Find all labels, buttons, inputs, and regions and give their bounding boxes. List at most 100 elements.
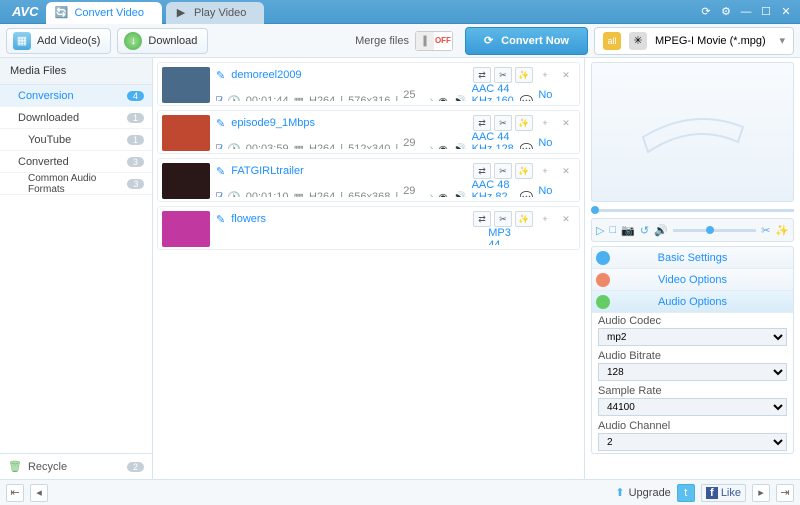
cut-icon[interactable]: ✂ (761, 224, 770, 237)
upgrade-label: Upgrade (629, 487, 671, 499)
twitter-button[interactable]: t (677, 484, 695, 502)
file-thumbnail (162, 163, 210, 199)
file-list: ✎ demoreel2009 ⇄ ✂ ✨ + ✕ 🕐 00:01:44 ▦ H2… (153, 58, 585, 479)
basic-settings-header[interactable]: Basic Settings (592, 247, 793, 269)
facebook-like-button[interactable]: f Like (701, 484, 746, 502)
remove-icon[interactable]: ✕ (557, 115, 575, 131)
film-icon: ▦ (294, 191, 304, 198)
volume-slider[interactable] (673, 226, 756, 234)
count-badge: 3 (127, 179, 144, 189)
play-icon[interactable]: ▷ (596, 224, 604, 237)
chevron-right-icon[interactable]: › (430, 95, 434, 101)
tab-convert-video[interactable]: 🔄 Convert Video (46, 2, 162, 24)
add-icon[interactable]: + (536, 163, 554, 179)
speaker-icon: 🔊 (453, 95, 467, 102)
app-logo: AVC (4, 4, 46, 19)
upgrade-button[interactable]: ⬆ Upgrade (615, 486, 670, 499)
file-checkbox[interactable] (216, 96, 222, 102)
video-options-header[interactable]: Video Options (592, 269, 793, 291)
file-row[interactable]: ✎ episode9_1Mbps ⇄ ✂ ✨ + ✕ 🕐 00:03:59 ▦ … (157, 110, 580, 154)
sidebar-item-converted[interactable]: Converted 3 (0, 151, 152, 173)
cut-icon[interactable]: ✂ (494, 67, 512, 83)
preview-seek-slider[interactable] (591, 206, 794, 214)
file-audio: MP3 44 KHz 320 K... (488, 227, 514, 245)
collapse-right-button[interactable]: ▸ (752, 484, 770, 502)
audio-codec-row: Audio Codec mp2 (592, 313, 793, 348)
add-icon[interactable]: + (536, 67, 554, 83)
file-row[interactable]: ✎ demoreel2009 ⇄ ✂ ✨ + ✕ 🕐 00:01:44 ▦ H2… (157, 62, 580, 106)
gear-icon[interactable]: ⚙ (716, 4, 736, 20)
wand-icon[interactable]: ✨ (775, 224, 789, 237)
recycle-bin[interactable]: 🗑 Recycle 2 (0, 453, 152, 479)
remove-icon[interactable]: ✕ (557, 211, 575, 227)
minimize-button[interactable]: — (736, 4, 756, 20)
disc-icon: ◉ (438, 191, 448, 198)
edit-icon[interactable]: ✎ (216, 69, 225, 82)
sample-rate-select[interactable]: 44100 (598, 398, 787, 416)
prev-page-button[interactable]: ⇤ (6, 484, 24, 502)
remove-icon[interactable]: ✕ (557, 67, 575, 83)
speaker-icon: 🔊 (453, 143, 467, 150)
recycle-label: Recycle (28, 461, 67, 473)
add-icon[interactable]: + (536, 115, 554, 131)
audio-bitrate-select[interactable]: 128 (598, 363, 787, 381)
wand-icon[interactable]: ✨ (515, 67, 533, 83)
stop-icon[interactable]: □ (609, 224, 616, 236)
edit-icon[interactable]: ✎ (216, 165, 225, 178)
wand-icon[interactable]: ✨ (515, 211, 533, 227)
edit-icon[interactable]: ✎ (216, 213, 225, 226)
convert-now-button[interactable]: ⟳ Convert Now (465, 27, 588, 55)
sidebar-item-youtube[interactable]: YouTube 1 (0, 129, 152, 151)
refresh-icon[interactable]: ⟳ (696, 4, 716, 20)
sidebar-header: Media Files (0, 58, 152, 85)
file-checkbox[interactable] (216, 144, 222, 150)
swap-icon[interactable]: ⇄ (473, 115, 491, 131)
file-fps: 29 FPS (403, 185, 424, 197)
file-codec: H264 (309, 191, 335, 197)
swap-icon[interactable]: ⇄ (473, 163, 491, 179)
add-videos-button[interactable]: ▦ Add Video(s) (6, 28, 111, 54)
audio-options-header[interactable]: Audio Options (592, 291, 793, 313)
add-icon[interactable]: + (536, 211, 554, 227)
collapse-left-button[interactable]: ◂ (30, 484, 48, 502)
rotate-icon[interactable]: ↺ (640, 224, 649, 237)
file-fps: 29 FPS (403, 137, 424, 149)
output-format-selector[interactable]: all ✳ MPEG-I Movie (*.mpg) ▾ (594, 27, 794, 55)
remove-icon[interactable]: ✕ (557, 163, 575, 179)
wand-icon[interactable]: ✨ (515, 163, 533, 179)
audio-channel-select[interactable]: 2 (598, 433, 787, 451)
disc-icon: ◉ (438, 143, 448, 150)
audio-codec-select[interactable]: mp2 (598, 328, 787, 346)
film-icon: ▦ (294, 143, 304, 150)
swap-icon[interactable]: ⇄ (473, 67, 491, 83)
tab-play-video[interactable]: ▶ Play Video (166, 2, 264, 24)
cut-icon[interactable]: ✂ (494, 211, 512, 227)
snapshot-icon[interactable]: 📷 (621, 224, 635, 237)
merge-toggle[interactable]: ∥ OFF (415, 31, 453, 51)
play-tab-icon: ▶ (174, 6, 188, 20)
cut-icon[interactable]: ✂ (494, 163, 512, 179)
volume-icon[interactable]: 🔊 (654, 224, 668, 237)
wand-icon[interactable]: ✨ (515, 115, 533, 131)
file-checkbox[interactable] (216, 192, 222, 198)
download-button[interactable]: ↓ Download (117, 28, 208, 54)
file-codec: H264 (309, 95, 335, 101)
next-page-button[interactable]: ⇥ (776, 484, 794, 502)
file-row[interactable]: ✎ flowers ⇄ ✂ ✨ + ✕ 🕐 00:01:41 ▦ MPEG4 |… (157, 206, 580, 250)
sidebar-item-downloaded[interactable]: Downloaded 1 (0, 107, 152, 129)
file-subtitle: No Subtitle (538, 89, 575, 101)
maximize-button[interactable]: ☐ (756, 4, 776, 20)
sidebar-item-audio-formats[interactable]: Common Audio Formats 3 (0, 173, 152, 195)
edit-icon[interactable]: ✎ (216, 117, 225, 130)
sidebar-item-conversion[interactable]: Conversion 4 (0, 85, 152, 107)
facebook-icon: f (706, 487, 718, 499)
swap-icon[interactable]: ⇄ (473, 211, 491, 227)
button-label: Add Video(s) (37, 35, 100, 47)
chevron-right-icon[interactable]: › (430, 191, 434, 197)
chevron-right-icon[interactable]: › (430, 143, 434, 149)
file-row[interactable]: ✎ FATGIRLtrailer ⇄ ✂ ✨ + ✕ 🕐 00:01:10 ▦ … (157, 158, 580, 202)
cut-icon[interactable]: ✂ (494, 115, 512, 131)
settings-accordion: Basic Settings Video Options Audio Optio… (591, 246, 794, 454)
close-button[interactable]: ✕ (776, 4, 796, 20)
file-title: demoreel2009 (231, 69, 301, 81)
